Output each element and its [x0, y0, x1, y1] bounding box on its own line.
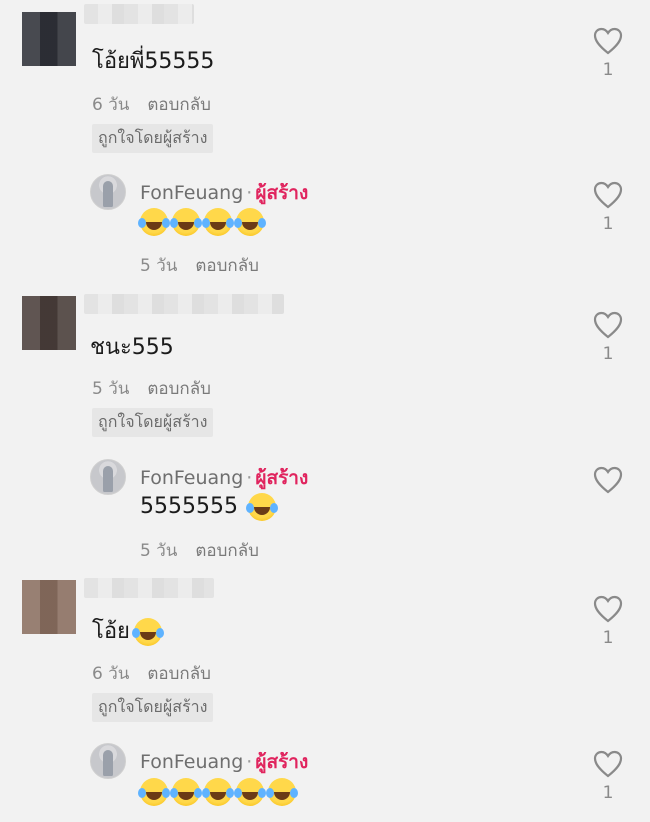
- face-with-tears-of-joy-icon: [202, 778, 232, 806]
- reply-text: [138, 208, 264, 236]
- reply-author-name[interactable]: FonFeuang: [140, 751, 243, 773]
- reply-time: 5 วัน: [140, 256, 178, 276]
- reply-button[interactable]: ตอบกลับ: [195, 541, 259, 561]
- comment-time: 6 วัน: [92, 664, 130, 684]
- reply-meta: 5 วัน ตอบกลับ: [140, 252, 259, 279]
- comment-like[interactable]: 1: [588, 310, 628, 364]
- comment-time: 6 วัน: [92, 95, 130, 115]
- creator-tag: ผู้สร้าง: [255, 751, 309, 773]
- heart-outline-icon[interactable]: [592, 310, 624, 340]
- reply-meta: 5 วัน ตอบกลับ: [140, 537, 259, 564]
- heart-outline-icon[interactable]: [592, 465, 624, 495]
- face-with-tears-of-joy-icon: [131, 618, 162, 646]
- liked-by-creator-badge: ถูกใจโดยผู้สร้าง: [92, 124, 214, 153]
- heart-outline-icon[interactable]: [592, 749, 624, 779]
- like-count: 1: [602, 214, 614, 234]
- heart-outline-icon[interactable]: [592, 26, 624, 56]
- comment-like[interactable]: 1: [588, 26, 628, 80]
- reply-author-avatar[interactable]: [90, 459, 126, 495]
- reply-like[interactable]: [588, 465, 628, 495]
- face-with-tears-of-joy-icon: [170, 208, 200, 236]
- comment-meta: 6 วัน ตอบกลับ: [92, 91, 211, 118]
- reply-author-name[interactable]: FonFeuang: [140, 467, 243, 489]
- commenter-avatar[interactable]: [22, 580, 76, 634]
- face-with-tears-of-joy-icon: [266, 778, 296, 806]
- face-with-tears-of-joy-icon: [170, 778, 200, 806]
- like-count: 1: [602, 628, 614, 648]
- comment-time: 5 วัน: [92, 379, 130, 399]
- comment-like[interactable]: 1: [588, 594, 628, 648]
- like-count: 1: [602, 783, 614, 803]
- commenter-name-blurred[interactable]: [84, 578, 214, 598]
- face-with-tears-of-joy-icon: [234, 208, 264, 236]
- reply-author-avatar[interactable]: [90, 174, 126, 210]
- commenter-avatar[interactable]: [22, 12, 76, 66]
- commenter-avatar[interactable]: [22, 296, 76, 350]
- comment-text: โอ้ย: [92, 618, 162, 646]
- commenter-name-blurred[interactable]: [84, 294, 284, 314]
- reply-author-avatar[interactable]: [90, 743, 126, 779]
- liked-by-creator-badge: ถูกใจโดยผู้สร้าง: [92, 693, 214, 722]
- face-with-tears-of-joy-icon: [245, 493, 276, 521]
- reply-author: FonFeuang · ผู้สร้าง: [140, 182, 309, 204]
- comment-text: ชนะ555: [90, 335, 174, 360]
- comment-meta: 6 วัน ตอบกลับ: [92, 660, 211, 687]
- like-count: 1: [602, 344, 614, 364]
- reply-text: [138, 778, 296, 806]
- face-with-tears-of-joy-icon: [138, 208, 168, 236]
- face-with-tears-of-joy-icon: [234, 778, 264, 806]
- reply-text: 5555555: [140, 493, 276, 521]
- reply-time: 5 วัน: [140, 541, 178, 561]
- like-count: 1: [602, 60, 614, 80]
- reply-like[interactable]: 1: [588, 749, 628, 803]
- reply-like[interactable]: 1: [588, 180, 628, 234]
- liked-by-creator-badge: ถูกใจโดยผู้สร้าง: [92, 408, 214, 437]
- commenter-name-blurred[interactable]: [84, 4, 194, 24]
- reply-button[interactable]: ตอบกลับ: [147, 95, 211, 115]
- heart-outline-icon[interactable]: [592, 594, 624, 624]
- reply-author: FonFeuang · ผู้สร้าง: [140, 751, 309, 773]
- reply-button[interactable]: ตอบกลับ: [147, 379, 211, 399]
- reply-author-name[interactable]: FonFeuang: [140, 182, 243, 204]
- face-with-tears-of-joy-icon: [202, 208, 232, 236]
- creator-tag: ผู้สร้าง: [255, 467, 309, 489]
- reply-author: FonFeuang · ผู้สร้าง: [140, 467, 309, 489]
- creator-tag: ผู้สร้าง: [255, 182, 309, 204]
- face-with-tears-of-joy-icon: [138, 778, 168, 806]
- heart-outline-icon[interactable]: [592, 180, 624, 210]
- reply-button[interactable]: ตอบกลับ: [147, 664, 211, 684]
- reply-button[interactable]: ตอบกลับ: [195, 256, 259, 276]
- comment-text: โอ้ยพี่55555: [92, 49, 215, 74]
- comment-meta: 5 วัน ตอบกลับ: [92, 375, 211, 402]
